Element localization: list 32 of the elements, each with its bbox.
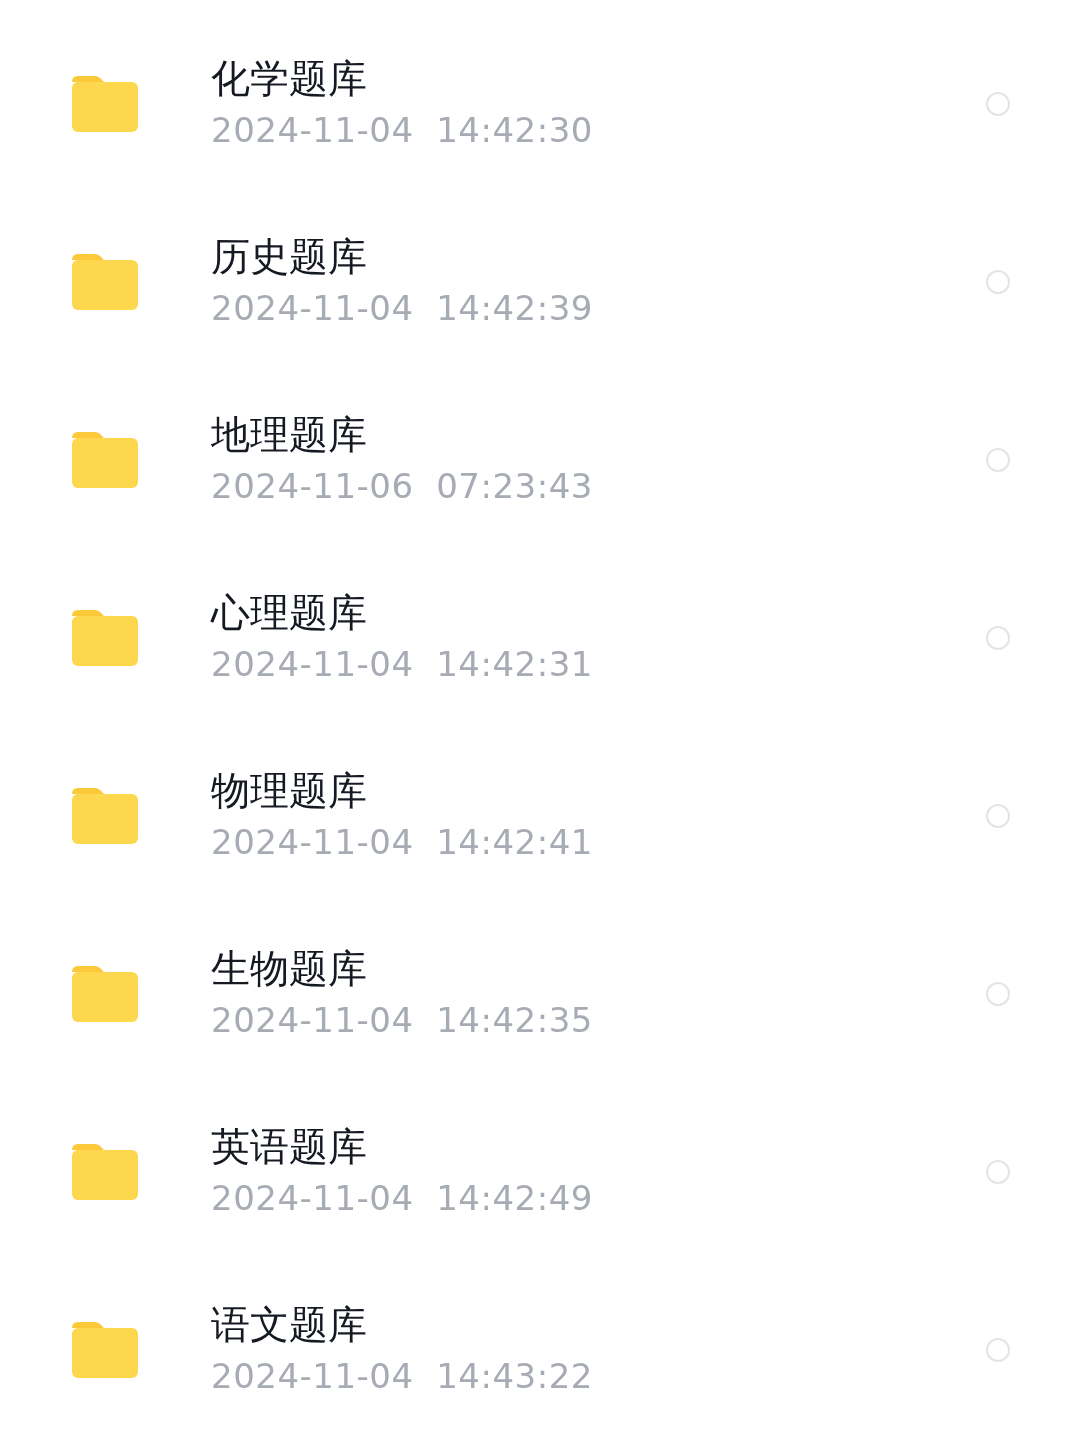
select-radio[interactable] xyxy=(986,982,1010,1006)
modified-date: 2024-11-04 14:42:41 xyxy=(211,821,593,864)
modified-date: 2024-11-06 07:23:43 xyxy=(211,465,593,508)
modified-date: 2024-11-04 14:42:35 xyxy=(211,999,593,1042)
folder-name: 生物题库 xyxy=(211,945,367,993)
folder-icon xyxy=(72,1322,138,1378)
folder-name: 地理题库 xyxy=(211,411,367,459)
folder-name: 心理题库 xyxy=(211,589,367,637)
modified-date: 2024-11-04 14:42:49 xyxy=(211,1177,593,1220)
folder-name: 物理题库 xyxy=(211,767,367,815)
select-radio[interactable] xyxy=(986,448,1010,472)
folder-icon xyxy=(72,788,138,844)
select-radio[interactable] xyxy=(986,626,1010,650)
select-radio[interactable] xyxy=(986,1160,1010,1184)
select-radio[interactable] xyxy=(986,804,1010,828)
select-radio[interactable] xyxy=(986,270,1010,294)
folder-icon xyxy=(72,610,138,666)
folder-name: 语文题库 xyxy=(211,1301,367,1349)
folder-name: 英语题库 xyxy=(211,1123,367,1171)
select-radio[interactable] xyxy=(986,92,1010,116)
modified-date: 2024-11-04 14:43:22 xyxy=(211,1355,593,1398)
folder-icon xyxy=(72,76,138,132)
folder-name: 历史题库 xyxy=(211,233,367,281)
modified-date: 2024-11-04 14:42:39 xyxy=(211,287,593,330)
folder-icon xyxy=(72,1144,138,1200)
folder-icon xyxy=(72,432,138,488)
modified-date: 2024-11-04 14:42:31 xyxy=(211,643,593,686)
modified-date: 2024-11-04 14:42:30 xyxy=(211,109,593,152)
folder-icon xyxy=(72,966,138,1022)
select-radio[interactable] xyxy=(986,1338,1010,1362)
folder-name: 化学题库 xyxy=(211,55,367,103)
folder-icon xyxy=(72,254,138,310)
